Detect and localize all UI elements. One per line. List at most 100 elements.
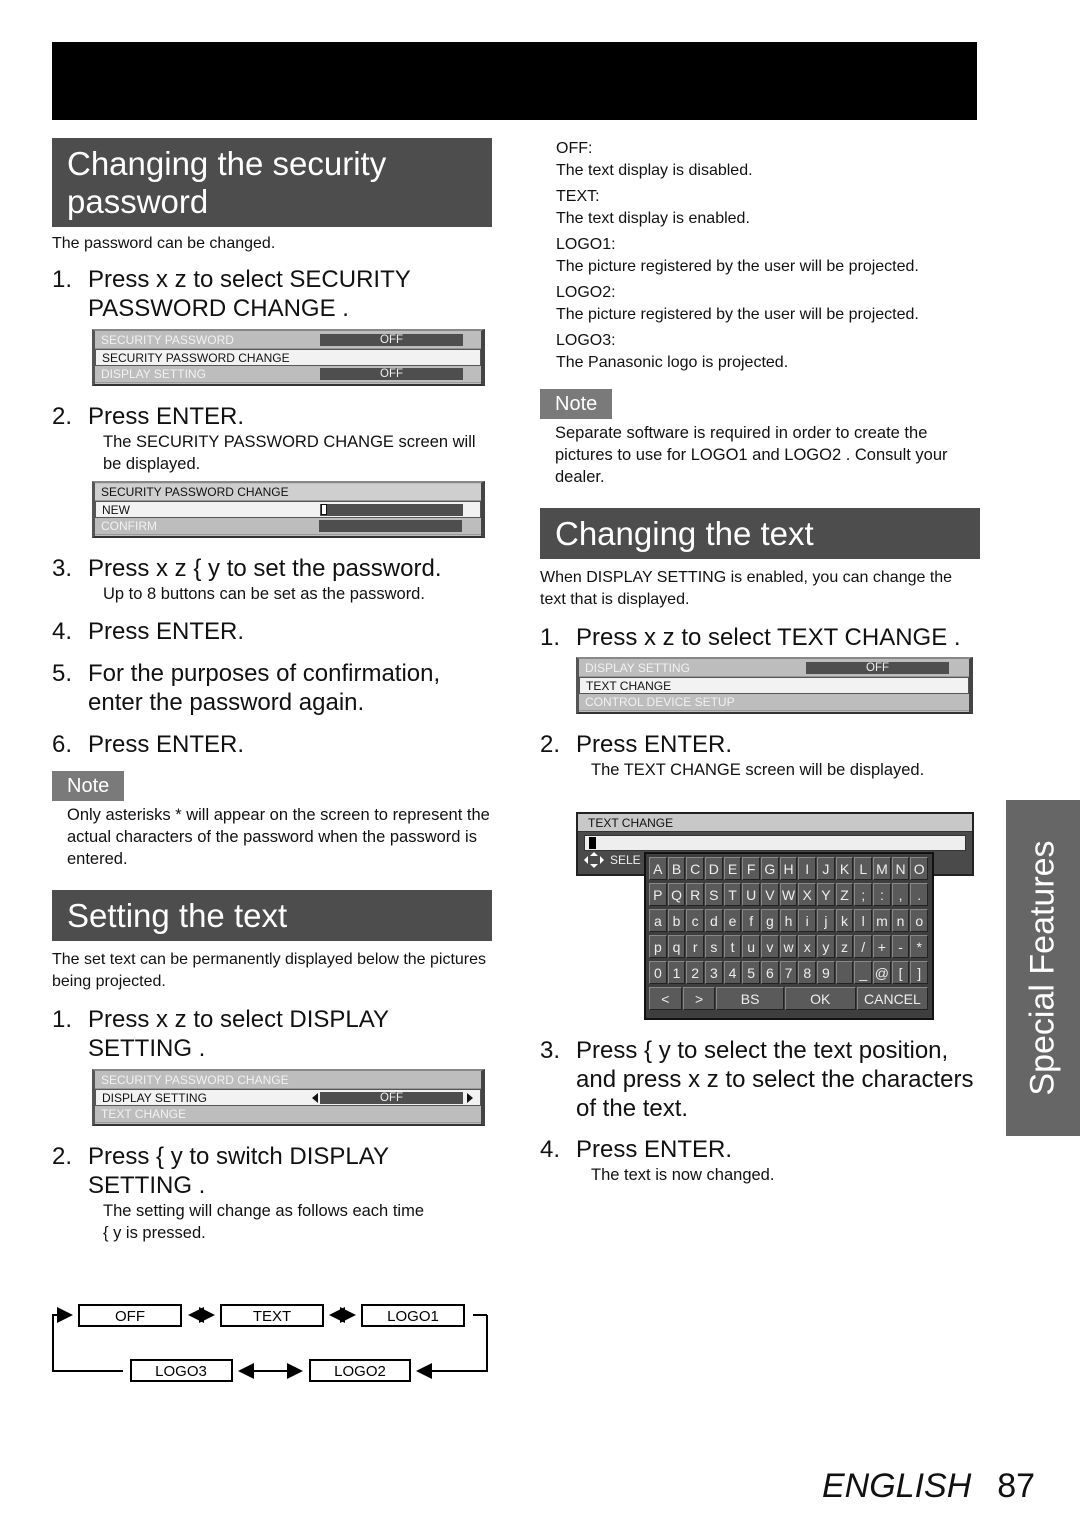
menu-row-security-password[interactable]: SECURITY PASSWORD OFF xyxy=(95,332,481,349)
key-button[interactable]: X xyxy=(798,883,817,906)
key-button[interactable]: * xyxy=(910,935,929,958)
key-button[interactable]: C xyxy=(686,857,705,880)
key-button[interactable]: m xyxy=(873,909,891,932)
key-button[interactable]: R xyxy=(686,883,705,906)
key-button[interactable]: f xyxy=(742,909,761,932)
key-button[interactable]: 9 xyxy=(817,961,835,984)
key-button[interactable]: z xyxy=(835,935,854,958)
key-button[interactable]: Y xyxy=(817,883,835,906)
cycle-label-logo3: LOGO3 xyxy=(155,1363,207,1380)
key-button[interactable]: ] xyxy=(910,961,929,984)
key-button[interactable]: w xyxy=(779,935,798,958)
cancel-button[interactable]: CANCEL xyxy=(856,987,928,1010)
key-button[interactable]: s xyxy=(705,935,723,958)
key-button[interactable]: 3 xyxy=(705,961,723,984)
text-input-field[interactable] xyxy=(584,835,966,851)
key-button[interactable]: i xyxy=(798,909,817,932)
key-button[interactable]: r xyxy=(686,935,705,958)
key-button[interactable]: o xyxy=(910,909,929,932)
key-button[interactable]: K xyxy=(835,857,854,880)
key-button[interactable]: B xyxy=(667,857,686,880)
key-button[interactable]: k xyxy=(835,909,854,932)
key-button[interactable]: d xyxy=(705,909,723,932)
section-tab-special-features[interactable]: Special Features xyxy=(1006,800,1080,1136)
key-button[interactable]: [ xyxy=(891,961,910,984)
key-button[interactable]: 7 xyxy=(779,961,798,984)
key-button[interactable]: 0 xyxy=(649,961,667,984)
key-button[interactable]: I xyxy=(798,857,817,880)
key-button[interactable]: ; xyxy=(854,883,873,906)
key-button[interactable]: V xyxy=(761,883,779,906)
key-button[interactable]: t xyxy=(723,935,742,958)
key-button[interactable]: 1 xyxy=(667,961,686,984)
key-button[interactable]: E xyxy=(723,857,742,880)
key-button[interactable]: 4 xyxy=(723,961,742,984)
keyboard-controls-row: < > BS OK CANCEL xyxy=(649,987,929,1012)
key-button[interactable]: l xyxy=(854,909,873,932)
key-button[interactable]: W xyxy=(779,883,798,906)
key-button[interactable]: + xyxy=(873,935,891,958)
key-button[interactable]: 6 xyxy=(761,961,779,984)
key-button[interactable]: N xyxy=(891,857,910,880)
key-button[interactable]: 8 xyxy=(798,961,817,984)
key-button[interactable]: O xyxy=(910,857,929,880)
key-button[interactable]: _ xyxy=(854,961,873,984)
menu-row-display-setting[interactable]: DISPLAY SETTING OFF xyxy=(95,1089,481,1106)
menu-row-display-setting[interactable]: DISPLAY SETTING OFF xyxy=(579,660,969,677)
key-button[interactable]: c xyxy=(686,909,705,932)
menu-row-security-password-change[interactable]: SECURITY PASSWORD CHANGE xyxy=(95,1072,481,1089)
key-button[interactable] xyxy=(835,961,854,984)
key-button[interactable]: j xyxy=(817,909,835,932)
key-button[interactable]: 5 xyxy=(742,961,761,984)
cursor-left-button[interactable]: < xyxy=(649,987,682,1010)
key-button[interactable]: h xyxy=(779,909,798,932)
key-button[interactable]: x xyxy=(798,935,817,958)
key-button[interactable]: v xyxy=(761,935,779,958)
key-button[interactable]: G xyxy=(761,857,779,880)
menu-row-display-setting[interactable]: DISPLAY SETTING OFF xyxy=(95,366,481,383)
menu-row-text-change[interactable]: TEXT CHANGE xyxy=(579,677,969,694)
arrow-right-icon[interactable] xyxy=(467,1093,473,1103)
arrow-left-icon[interactable] xyxy=(312,1093,318,1103)
key-button[interactable]: , xyxy=(891,883,910,906)
key-button[interactable]: a xyxy=(649,909,667,932)
key-button[interactable]: F xyxy=(742,857,761,880)
key-button[interactable]: Z xyxy=(835,883,854,906)
key-button[interactable]: b xyxy=(667,909,686,932)
key-button[interactable]: e xyxy=(723,909,742,932)
key-button[interactable]: p xyxy=(649,935,667,958)
key-button[interactable]: u xyxy=(742,935,761,958)
key-button[interactable]: y xyxy=(817,935,835,958)
menu-row-security-password-change[interactable]: SECURITY PASSWORD CHANGE xyxy=(95,349,481,366)
password-confirm-row[interactable]: CONFIRM xyxy=(95,518,481,535)
key-button[interactable]: J xyxy=(817,857,835,880)
backspace-button[interactable]: BS xyxy=(716,987,784,1010)
key-button[interactable]: P xyxy=(649,883,667,906)
key-button[interactable]: D xyxy=(705,857,723,880)
key-button[interactable]: n xyxy=(891,909,910,932)
key-button[interactable]: T xyxy=(723,883,742,906)
key-button[interactable]: / xyxy=(854,935,873,958)
key-button[interactable]: H xyxy=(779,857,798,880)
key-button[interactable]: g xyxy=(761,909,779,932)
option-desc: The picture registered by the user will … xyxy=(556,258,919,275)
key-button[interactable]: . xyxy=(910,883,929,906)
key-button[interactable]: Q xyxy=(667,883,686,906)
key-button[interactable]: M xyxy=(873,857,891,880)
cycle-label-text: TEXT xyxy=(253,1308,291,1325)
key-button[interactable]: : xyxy=(873,883,891,906)
key-button[interactable]: - xyxy=(891,935,910,958)
key-button[interactable]: @ xyxy=(873,961,891,984)
key-button[interactable]: U xyxy=(742,883,761,906)
ok-button[interactable]: OK xyxy=(784,987,856,1010)
password-new-row[interactable]: NEW xyxy=(95,501,481,518)
key-button[interactable]: L xyxy=(854,857,873,880)
key-button[interactable]: A xyxy=(649,857,667,880)
menu-row-text-change[interactable]: TEXT CHANGE xyxy=(95,1106,481,1123)
key-button[interactable]: 2 xyxy=(686,961,705,984)
cursor-right-button[interactable]: > xyxy=(682,987,716,1010)
changing-step-2-sub: The TEXT CHANGE screen will be displayed… xyxy=(591,761,925,779)
menu-row-control-device-setup[interactable]: CONTROL DEVICE SETUP xyxy=(579,694,969,711)
key-button[interactable]: q xyxy=(667,935,686,958)
key-button[interactable]: S xyxy=(705,883,723,906)
